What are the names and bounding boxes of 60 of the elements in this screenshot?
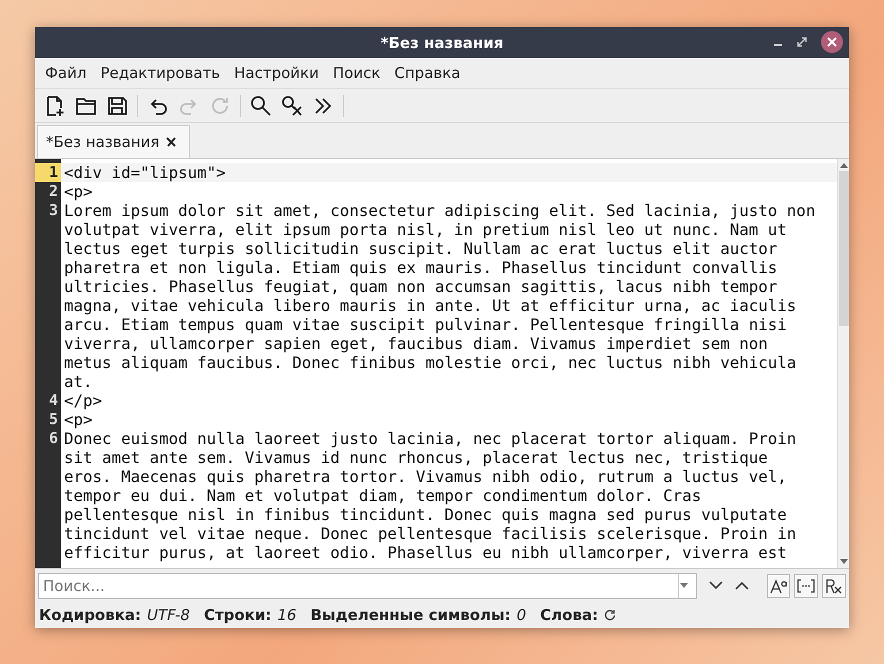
status-label: Строки:	[204, 606, 272, 624]
save-icon[interactable]	[106, 94, 128, 116]
code-line: Donec euismod nulla laoreet justo lacinia, nec placerat tortor aliquam. Proin	[63, 429, 796, 448]
scroll-down-icon[interactable]	[840, 559, 848, 565]
status-value: UTF-8	[147, 606, 190, 624]
menu-item[interactable]: Поиск	[332, 64, 380, 82]
code-line: <div id="lipsum">	[63, 163, 226, 182]
code-line: at.	[63, 372, 93, 391]
code-line: tincidunt vel vitae neque. Donec pellentesque facilisis scelerisque. Proin in	[63, 524, 796, 543]
code-line: magna, vitae vehicula libero mauris in ante. Ut at efficitur urna, ac iaculis	[63, 296, 796, 315]
line-number: 2	[48, 182, 58, 200]
regex-button[interactable]	[822, 574, 846, 598]
window-title: *Без названия	[380, 34, 504, 52]
search-icon[interactable]	[250, 94, 272, 116]
new-file-icon[interactable]	[44, 94, 66, 116]
scrollbar[interactable]	[837, 159, 849, 568]
search-replace-icon[interactable]	[281, 94, 303, 116]
code-line: metus aliquam faucibus. Donec finibus molestie orci, nec luctus nibh vehicula	[63, 353, 796, 372]
refresh-icon[interactable]	[604, 609, 616, 621]
code-line: Lorem ipsum dolor sit amet, consectetur adipiscing elit. Sed lacinia, justo non	[63, 201, 816, 220]
menu-item[interactable]: Справка	[394, 64, 460, 82]
code-line: eros. Maecenas quis pharetra tortor. Vivamus nibh odio, rutrum a luctus vel,	[63, 467, 787, 486]
dropdown-arrow-icon[interactable]	[679, 582, 689, 588]
status-value: 0	[516, 606, 526, 624]
code-line: arcu. Etiam tempus quam vitae suscipit pulvinar. Pellentesque fringilla nisi	[63, 315, 787, 334]
line-number: 5	[48, 410, 58, 428]
code-line: sit amet ante sem. Vivamus id nunc rhoncus, placerat lectus nec, tristique	[63, 448, 768, 467]
chevron-down-icon[interactable]	[709, 581, 723, 590]
status-label: Кодировка:	[39, 606, 142, 624]
status-label: Слова:	[540, 606, 598, 624]
close-icon	[827, 37, 837, 47]
document-tab[interactable]: *Без названия	[37, 125, 190, 158]
search-field[interactable]: Поиск...	[38, 572, 697, 598]
match-case-button[interactable]	[766, 574, 790, 598]
code-line: </p>	[63, 391, 102, 410]
close-icon[interactable]	[165, 136, 178, 148]
close-button[interactable]	[821, 31, 843, 53]
menu-item[interactable]: Файл	[45, 64, 86, 82]
maximize-icon[interactable]	[797, 37, 807, 47]
code-line: viverra, ullamcorper sapien eget, faucibus diam. Vivamus imperdiet sem non	[63, 334, 768, 353]
code-line: <p>	[63, 410, 93, 429]
line-number: 4	[48, 391, 58, 409]
status-value: 16	[277, 606, 296, 624]
code-line: pellentesque nisl in finibus tincidunt. Donec quis magna sed purus vulputate	[63, 505, 787, 524]
line-number: 3	[48, 201, 58, 219]
line-number: 1	[48, 163, 58, 181]
menu-item[interactable]: Настройки	[234, 64, 319, 82]
code-line: tempor eu dui. Nam et volutpat diam, tempor condimentum dolor. Cras	[63, 486, 702, 505]
code-line: efficitur purus, at laoreet odio. Phasellus eu nibh ullamcorper, viverra est	[63, 543, 787, 562]
scroll-up-icon[interactable]	[840, 162, 848, 168]
status-label: Выделенные символы:	[310, 606, 511, 624]
chevron-up-icon[interactable]	[734, 581, 749, 590]
whole-word-button[interactable]	[794, 574, 818, 598]
code-line: lectus eget turpis sollicitudin suscipit. Nullam ac erat luctus elit auctor	[63, 239, 778, 258]
code-line: <p>	[63, 182, 93, 201]
code-line: pharetra et non ligula. Etiam quis ex mauris. Phasellus tincidunt convallis	[63, 258, 778, 277]
code-line: ultricies. Phasellus feugiat, quam non accumsan sagittis, lacus nibh tempor	[63, 277, 778, 296]
line-number: 6	[48, 429, 58, 447]
code-line: volutpat viverra, elit ipsum porta nisl, in pretium nisl leo ut nunc. Nam ut	[63, 220, 787, 239]
menu-item[interactable]: Редактировать	[100, 64, 220, 82]
